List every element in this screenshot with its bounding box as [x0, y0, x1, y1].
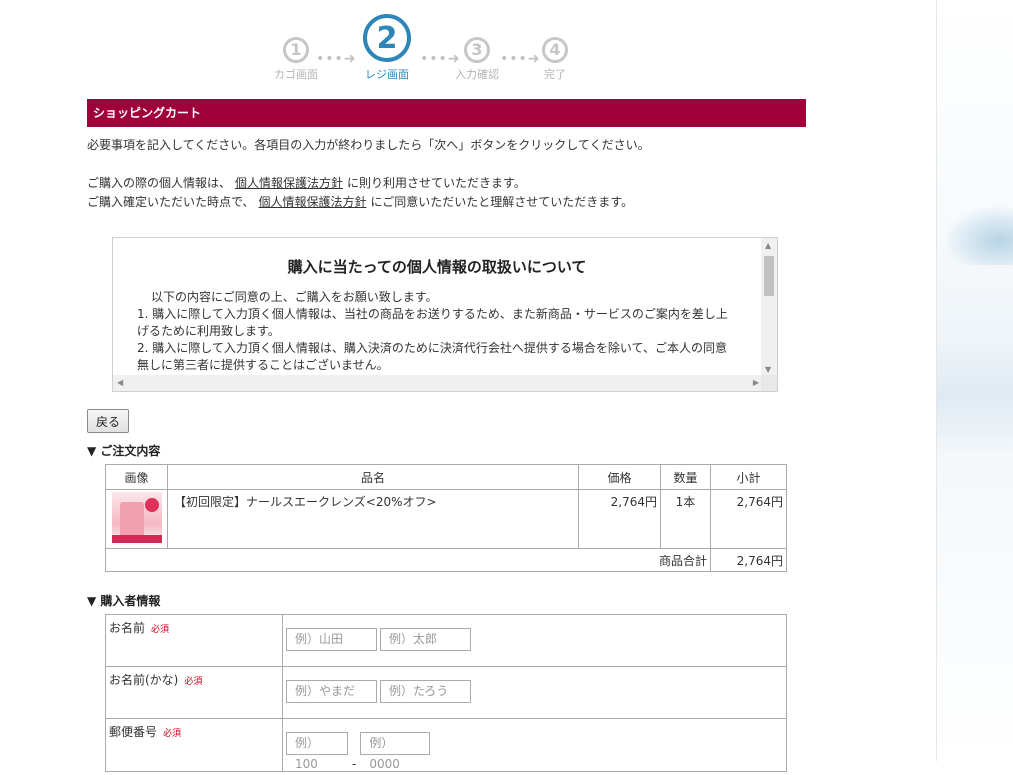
zip-code-first-input[interactable]: 例）100	[286, 732, 348, 771]
zip-label: 郵便番号	[109, 725, 158, 739]
step-3-icon: 3	[464, 37, 490, 63]
form-row-zip: 郵便番号 必須 例）100 -例）0000	[105, 718, 787, 772]
first-name-input[interactable]: 例）太郎	[380, 628, 471, 651]
privacy-policy-title: 購入に当たっての個人情報の取扱いについて	[287, 258, 587, 276]
field-input-cell: 例）100 -例）0000	[282, 718, 787, 772]
zip-separator: -	[352, 757, 357, 771]
privacy-policy-item: 2. 購入に際して入力頂く個人情報は、購入決済のために決済代行会社へ提供する場合…	[137, 341, 727, 372]
intro-instructions: 必要事項を記入してください。各項目の入力が終わりましたら「次へ」ボタンをクリック…	[87, 138, 650, 152]
product-name: 【初回限定】ナールスエークレンズ<20%オフ>	[167, 489, 579, 549]
privacy-notice-text: ご購入の際の個人情報は、	[87, 176, 232, 190]
step-label: 入力確認	[455, 68, 499, 81]
product-thumbnail[interactable]	[111, 492, 162, 546]
column-header-quantity: 数量	[660, 464, 711, 490]
table-row: 【初回限定】ナールスエークレンズ<20%オフ> 2,764円 1本 2,764円	[105, 489, 787, 549]
privacy-policy-link[interactable]: 個人情報保護法方針	[259, 195, 367, 209]
column-header-subtotal: 小計	[710, 464, 787, 490]
step-4-icon: 4	[542, 37, 568, 63]
privacy-notice-line: ご購入の際の個人情報は、 個人情報保護法方針 に則り利用させていただきます。	[87, 174, 526, 191]
order-section-title: ▼ ご注文内容	[87, 444, 161, 458]
privacy-policy-scrollbox[interactable]: 購入に当たっての個人情報の取扱いについて 以下の内容にご同意の上、ご購入をお願い…	[112, 237, 778, 392]
privacy-notice-text: に則り利用させていただきます。	[347, 176, 526, 190]
form-row-kana: お名前(かな) 必須 例）やまだ 例）たろう	[105, 666, 787, 719]
background-decoration	[936, 0, 1013, 761]
step-1-icon: 1	[283, 37, 309, 63]
horizontal-scrollbar[interactable]: ◀ ▶	[113, 375, 763, 391]
scrollbar-thumb[interactable]	[764, 256, 774, 296]
water-splash-image	[943, 205, 1013, 265]
product-price: 2,764円	[578, 489, 661, 549]
product-image-cell	[105, 489, 168, 549]
step-complete: 4 完了	[530, 14, 580, 82]
privacy-consent-line: ご購入確定いただいた時点で、 個人情報保護法方針 にご同意いただいたと理解させていた…	[87, 193, 633, 210]
first-name-kana-input[interactable]: 例）たろう	[380, 680, 471, 703]
step-arrow-icon: •••➜	[316, 51, 357, 67]
vertical-scrollbar[interactable]: ▲ ▼	[761, 238, 777, 376]
step-cart: 1 カゴ画面	[271, 14, 321, 82]
scroll-left-icon[interactable]: ◀	[117, 378, 123, 387]
last-name-kana-input[interactable]: 例）やまだ	[286, 680, 377, 703]
table-total-row: 商品合計 2,764円	[105, 548, 787, 572]
order-table-header: 画像 品名 価格 数量 小計	[105, 464, 787, 490]
required-badge: 必須	[151, 625, 170, 635]
privacy-policy-link[interactable]: 個人情報保護法方針	[235, 176, 343, 190]
last-name-input[interactable]: 例）山田	[286, 628, 377, 651]
scroll-up-icon[interactable]: ▲	[765, 241, 771, 250]
buyer-info-table: お名前 必須 例）山田 例）太郎 お名前(かな) 必須 例）やまだ 例）たろう 郵便番号…	[105, 614, 787, 772]
field-label-cell: お名前(かな) 必須	[105, 666, 283, 719]
step-label: レジ画面	[365, 68, 409, 81]
privacy-policy-item: 1. 購入に際して入力頂く個人情報は、当社の商品をお送りするため、また新商品・サ…	[137, 307, 728, 338]
required-badge: 必須	[163, 729, 182, 739]
product-subtotal: 2,764円	[710, 489, 787, 549]
total-label: 商品合計	[105, 548, 711, 572]
product-quantity: 1本	[660, 489, 711, 549]
step-label: カゴ画面	[274, 68, 318, 81]
column-header-name: 品名	[167, 464, 579, 490]
column-header-image: 画像	[105, 464, 168, 490]
field-label-cell: 郵便番号 必須	[105, 718, 283, 772]
privacy-consent-text: ご購入確定いただいた時点で、	[87, 195, 255, 209]
column-header-price: 価格	[578, 464, 661, 490]
required-badge: 必須	[184, 677, 203, 687]
field-input-cell: 例）山田 例）太郎	[282, 614, 787, 667]
back-button[interactable]: 戻る	[87, 409, 129, 433]
scroll-down-icon[interactable]: ▼	[765, 365, 771, 374]
total-value: 2,764円	[710, 548, 787, 572]
scroll-right-icon[interactable]: ▶	[753, 378, 759, 387]
shopping-cart-header: ショッピングカート	[87, 99, 806, 127]
zip-code-second-input[interactable]: 例）0000	[360, 732, 431, 771]
privacy-policy-intro: 以下の内容にご同意の上、ご購入をお願い致します。	[151, 290, 438, 304]
name-label: お名前	[109, 621, 146, 635]
order-table: 画像 品名 価格 数量 小計 【初回限定】ナールスエークレンズ<20%オフ> 2…	[105, 464, 787, 572]
step-confirm: 3 入力確認	[452, 14, 502, 82]
kana-label: お名前(かな)	[109, 673, 179, 687]
step-label: 完了	[544, 68, 566, 81]
buyer-section-title: ▼ 購入者情報	[87, 594, 161, 608]
field-label-cell: お名前 必須	[105, 614, 283, 667]
step-register: 2 レジ画面	[360, 14, 414, 82]
step-2-icon: 2	[363, 14, 411, 62]
field-input-cell: 例）やまだ 例）たろう	[282, 666, 787, 719]
privacy-consent-text: にご同意いただいたと理解させていただきます。	[370, 195, 634, 209]
form-row-name: お名前 必須 例）山田 例）太郎	[105, 614, 787, 667]
scrollbar-corner	[761, 375, 777, 391]
checkout-steps: 1 カゴ画面 •••➜ 2 レジ画面 •••➜ 3 入力確認 •••➜ 4 完了	[0, 14, 830, 84]
